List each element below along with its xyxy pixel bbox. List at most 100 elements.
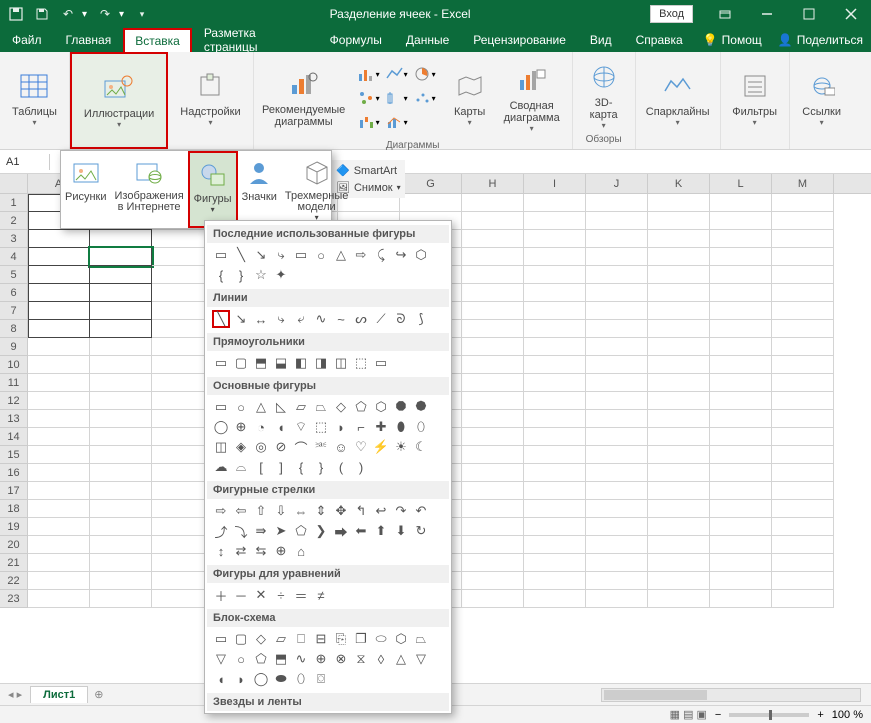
ar-curved-l[interactable]: ↶ (412, 502, 430, 520)
cell[interactable] (586, 482, 648, 500)
cell[interactable] (772, 212, 834, 230)
cell[interactable] (710, 356, 772, 374)
row-header[interactable]: 23 (0, 590, 28, 608)
cell[interactable] (772, 266, 834, 284)
fc-card[interactable]: ⬒ (272, 650, 290, 668)
col-L[interactable]: L (710, 174, 772, 193)
cell[interactable] (524, 338, 586, 356)
row-header[interactable]: 13 (0, 410, 28, 428)
filters-button[interactable]: Фильтры ▾ (727, 56, 783, 140)
shape-rect-snip1[interactable]: ⬒ (252, 354, 270, 372)
shape-triangle[interactable]: △ (332, 246, 350, 264)
cell[interactable] (586, 284, 648, 302)
tab-help[interactable]: Справка (624, 28, 695, 52)
cell[interactable] (28, 320, 90, 338)
bs-arc2[interactable]: ⌓ (232, 458, 250, 476)
cell[interactable] (90, 554, 152, 572)
cell[interactable] (90, 464, 152, 482)
fc-term[interactable]: ⬭ (372, 630, 390, 648)
cell[interactable] (772, 482, 834, 500)
cell[interactable] (648, 374, 710, 392)
row-header[interactable]: 15 (0, 446, 28, 464)
cell[interactable] (772, 410, 834, 428)
cell[interactable] (462, 428, 524, 446)
bs-frame[interactable]: ⬚ (312, 418, 330, 436)
links-button[interactable]: Ссылки ▾ (796, 56, 848, 140)
row-header[interactable]: 12 (0, 392, 28, 410)
bs-plaque[interactable]: ⬮ (392, 418, 410, 436)
row-header[interactable]: 3 (0, 230, 28, 248)
sheet-tab-1[interactable]: Лист1 (30, 686, 88, 703)
cell[interactable] (586, 356, 648, 374)
eq-eq[interactable]: ＝ (292, 586, 310, 604)
shape-curly-r[interactable]: } (232, 266, 250, 284)
fc-collate[interactable]: ⧖ (352, 650, 370, 668)
col-G[interactable]: G (400, 174, 462, 193)
shape-rect-r4[interactable]: ⬚ (352, 354, 370, 372)
fc-decision[interactable]: ◇ (252, 630, 270, 648)
select-all-corner[interactable] (0, 174, 28, 193)
fc-predef[interactable]: ⎕ (292, 630, 310, 648)
bs-tri[interactable]: △ (252, 398, 270, 416)
cell[interactable] (524, 284, 586, 302)
tab-home[interactable]: Главная (54, 28, 124, 52)
cell[interactable] (586, 194, 648, 212)
cell[interactable] (586, 428, 648, 446)
tables-button[interactable]: Таблицы ▾ (6, 56, 63, 140)
row-header[interactable]: 16 (0, 464, 28, 482)
bs-cube[interactable]: ◫ (212, 438, 230, 456)
fc-internal[interactable]: ⊟ (312, 630, 330, 648)
zoom-slider[interactable] (729, 713, 809, 717)
shape-oval[interactable]: ○ (312, 246, 330, 264)
shape-elbow2[interactable]: ⤶ (292, 310, 310, 328)
autosave-icon[interactable] (8, 6, 24, 22)
row-header[interactable]: 14 (0, 428, 28, 446)
tab-view[interactable]: Вид (578, 28, 624, 52)
cell[interactable] (586, 302, 648, 320)
cell[interactable] (90, 590, 152, 608)
cell[interactable] (648, 446, 710, 464)
shape-arrow-right[interactable]: ⇨ (352, 246, 370, 264)
cell[interactable] (462, 518, 524, 536)
cell[interactable] (462, 338, 524, 356)
cell[interactable] (710, 302, 772, 320)
chart-scatter-icon[interactable]: ▾ (412, 87, 438, 109)
cell[interactable] (648, 572, 710, 590)
row-header[interactable]: 17 (0, 482, 28, 500)
bs-dec[interactable]: ◯ (212, 418, 230, 436)
fc-extract[interactable]: △ (392, 650, 410, 668)
row-header[interactable]: 4 (0, 248, 28, 266)
ar-plus[interactable]: ⊕ (272, 542, 290, 560)
cell[interactable] (28, 428, 90, 446)
cell[interactable] (772, 572, 834, 590)
cell[interactable] (524, 374, 586, 392)
cell[interactable] (28, 572, 90, 590)
cell[interactable] (90, 446, 152, 464)
cell[interactable] (28, 554, 90, 572)
fc-alt[interactable]: ▢ (232, 630, 250, 648)
name-box[interactable]: A1 (0, 154, 50, 170)
pivot-chart-button[interactable]: Сводная диаграмма ▾ (498, 56, 566, 140)
shape-curve2[interactable]: ~ (332, 310, 350, 328)
cell[interactable] (28, 356, 90, 374)
cell[interactable] (462, 536, 524, 554)
cell[interactable] (586, 230, 648, 248)
shape-elbow[interactable]: ⤷ (272, 310, 290, 328)
shape-star[interactable]: ☆ (252, 266, 270, 284)
illustrations-button[interactable]: Иллюстрации ▾ (78, 58, 160, 142)
cell[interactable] (28, 518, 90, 536)
ar-lcall[interactable]: ⬅ (352, 522, 370, 540)
chart-pie-icon[interactable]: ▾ (412, 63, 438, 85)
cell[interactable] (28, 248, 90, 266)
fc-tape[interactable]: ∿ (292, 650, 310, 668)
bs-lshape[interactable]: ⌐ (352, 418, 370, 436)
cell[interactable] (28, 374, 90, 392)
ar-curved-r[interactable]: ↷ (392, 502, 410, 520)
cell[interactable] (462, 266, 524, 284)
chart-column-icon[interactable]: ▾ (356, 63, 382, 85)
cell[interactable] (90, 266, 152, 284)
fc-data[interactable]: ▱ (272, 630, 290, 648)
bs-br6[interactable]: ) (352, 458, 370, 476)
cell[interactable] (772, 392, 834, 410)
cell[interactable] (524, 356, 586, 374)
